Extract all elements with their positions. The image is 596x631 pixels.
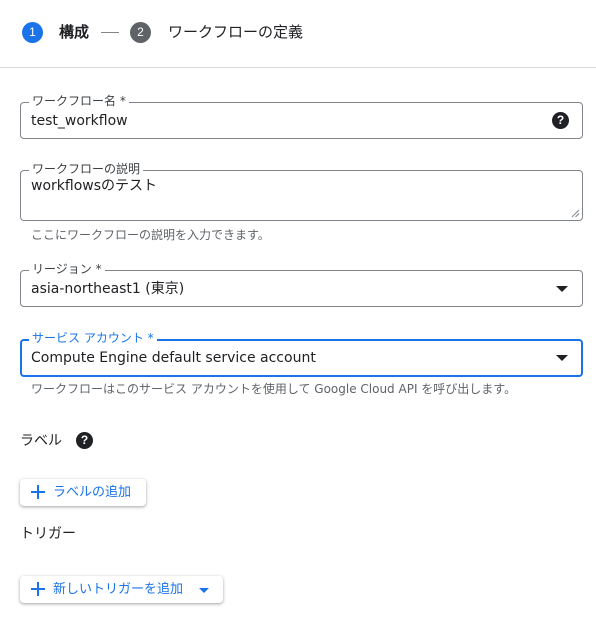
step-connector [101, 32, 119, 33]
workflow-description-label: ワークフローの説明 [29, 162, 144, 176]
step-1-label[interactable]: 構成 [59, 21, 89, 43]
plus-icon [31, 582, 45, 596]
add-trigger-button-label: 新しいトリガーを追加 [53, 582, 184, 597]
stepper: 1 構成 2 ワークフローの定義 [0, 0, 596, 68]
add-trigger-button[interactable]: 新しいトリガーを追加 [20, 576, 223, 603]
chevron-down-icon [556, 355, 568, 361]
workflow-name-label: ワークフロー名 * [29, 94, 129, 108]
service-account-hint: ワークフローはこのサービス アカウントを使用して Google Cloud AP… [31, 382, 517, 396]
add-label-button[interactable]: ラベルの追加 [20, 479, 146, 506]
workflow-description-input[interactable]: workflowsのテスト [31, 177, 157, 195]
plus-icon [31, 485, 45, 499]
workflow-description-hint: ここにワークフローの説明を入力できます。 [31, 228, 270, 242]
service-account-label: サービス アカウント * [29, 331, 157, 345]
chevron-down-icon [556, 286, 568, 292]
step-1-number[interactable]: 1 [22, 22, 43, 43]
question-circle-icon[interactable]: ? [552, 112, 569, 129]
resize-grip-icon[interactable] [571, 209, 580, 218]
workflow-name-field[interactable]: ワークフロー名 * test_workflow ? [20, 94, 583, 139]
region-value: asia-northeast1 (東京) [31, 281, 185, 297]
region-label: リージョン * [29, 262, 105, 276]
create-workflow-panel: 1 構成 2 ワークフローの定義 ワークフロー名 * test_workflow… [0, 0, 596, 631]
region-select[interactable]: リージョン * asia-northeast1 (東京) [20, 262, 583, 307]
chevron-down-icon [199, 588, 209, 593]
workflow-name-input[interactable]: test_workflow [31, 112, 128, 130]
add-label-button-label: ラベルの追加 [53, 485, 132, 500]
workflow-description-field[interactable]: ワークフローの説明 workflowsのテスト [20, 162, 583, 221]
question-circle-icon[interactable]: ? [76, 432, 93, 449]
triggers-title: トリガー [20, 526, 76, 542]
step-2-number[interactable]: 2 [130, 22, 151, 43]
service-account-value: Compute Engine default service account [31, 350, 316, 366]
service-account-select[interactable]: サービス アカウント * Compute Engine default serv… [20, 331, 583, 377]
step-2-label[interactable]: ワークフローの定義 [168, 21, 303, 43]
labels-title: ラベル [20, 433, 62, 449]
